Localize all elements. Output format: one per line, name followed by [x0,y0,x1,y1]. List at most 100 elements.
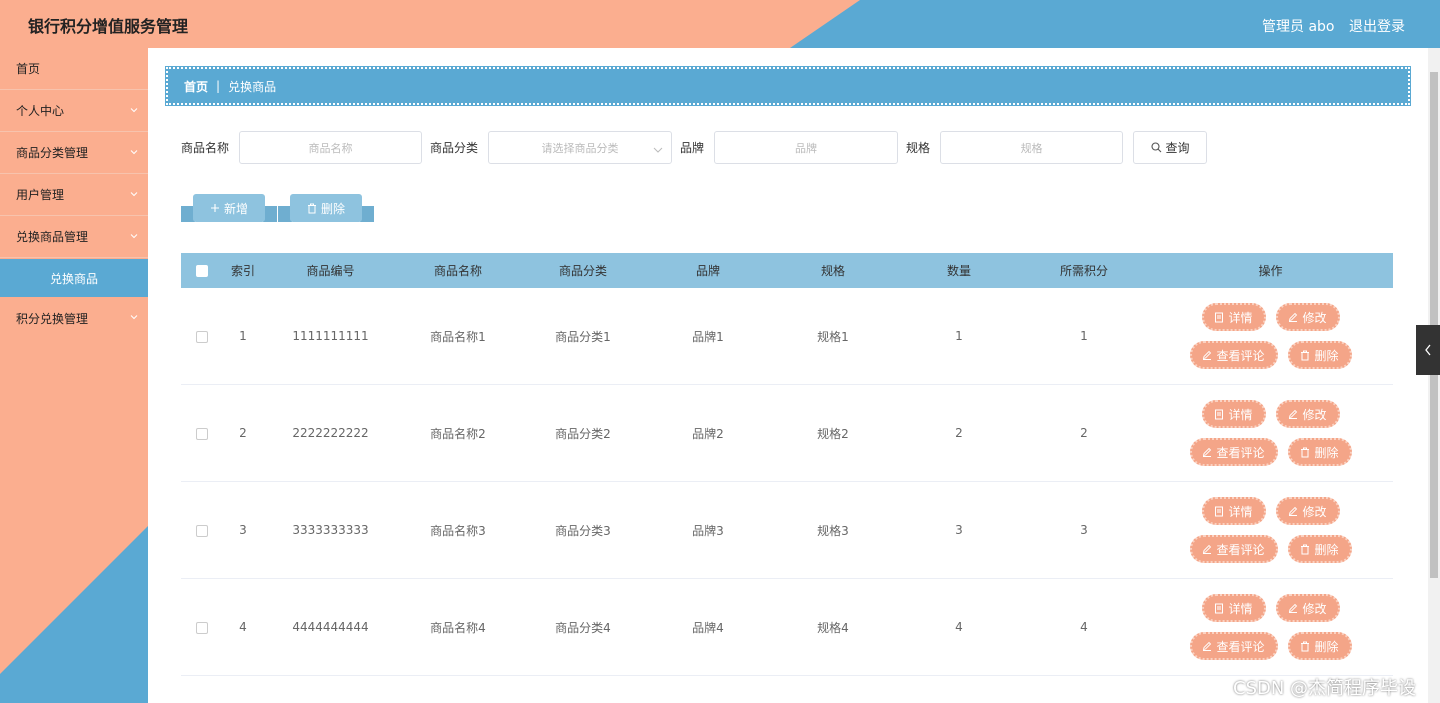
detail-button[interactable]: 详情 [1201,497,1266,525]
edit-button[interactable]: 修改 [1275,400,1340,428]
sidebar-item-label: 积分兑换管理 [16,311,89,326]
sidebar-item-personal-center[interactable]: 个人中心 [0,90,148,132]
sidebar-item-label: 个人中心 [16,104,65,118]
sidebar-item-home[interactable]: 首页 [0,48,148,90]
name-input[interactable]: 商品名称 [239,131,423,164]
logout-link[interactable]: 退出登录 [1349,16,1405,36]
trash-icon [1301,447,1310,457]
batch-delete-button[interactable]: 删除 [278,194,374,224]
sidebar-item-exchange-goods-management[interactable]: 兑换商品管理 [0,216,148,258]
header-index: 索引 [230,264,255,278]
add-button-body: 新增 [193,194,265,222]
row-checkbox[interactable] [196,330,208,343]
delete-row-button[interactable]: 删除 [1287,632,1352,660]
delete-row-button[interactable]: 删除 [1287,438,1352,466]
add-button[interactable]: 新增 [181,194,277,224]
cell-code: 4444444444 [292,620,369,634]
sidebar-item-exchange-goods[interactable]: 兑换商品 [0,259,148,297]
cell-spec: 规格3 [817,523,849,538]
cell-category: 商品分类1 [555,329,611,344]
chevron-down-icon [130,190,138,198]
delete-row-label: 删除 [1314,445,1339,460]
edit-label: 修改 [1302,407,1327,422]
query-button[interactable]: 查询 [1133,131,1208,164]
delete-row-button[interactable]: 删除 [1287,535,1352,563]
trash-icon [307,203,316,213]
name-label: 商品名称 [181,141,230,155]
cell-quantity: 4 [955,620,963,634]
detail-button[interactable]: 详情 [1201,303,1266,331]
cell-name: 商品名称1 [430,329,486,344]
comments-label: 查看评论 [1216,639,1265,654]
trash-icon [1301,544,1310,554]
sidebar-item-category-management[interactable]: 商品分类管理 [0,132,148,174]
chevron-left-icon [1425,344,1431,356]
comments-label: 查看评论 [1216,542,1265,557]
row-select-cell [181,620,223,634]
add-label: 新增 [223,201,248,216]
brand-input[interactable]: 品牌 [714,131,899,164]
row-checkbox[interactable] [196,621,208,634]
top-header: 银行积分增值服务管理 管理员 abo 退出登录 [0,0,1440,48]
operation-line: 查看评论 删除 [1189,632,1352,660]
breadcrumb-current: 兑换商品 [228,79,277,94]
breadcrumb: 首页 | 兑换商品 [165,66,1411,106]
edit-icon [1203,544,1212,554]
edit-label: 修改 [1302,504,1327,519]
sidebar-item-points-exchange-management[interactable]: 积分兑换管理 [0,297,148,339]
cell-category: 商品分类2 [555,426,611,441]
edit-icon [1203,641,1212,651]
cell-category: 商品分类4 [555,620,611,635]
side-panel-toggle[interactable] [1416,325,1440,375]
delete-row-button[interactable]: 删除 [1287,341,1352,369]
header-name: 商品名称 [433,264,482,278]
delete-row-label: 删除 [1314,639,1339,654]
operation-line: 详情 修改 [1201,400,1340,428]
edit-button[interactable]: 修改 [1275,303,1340,331]
detail-label: 详情 [1228,601,1253,616]
cell-quantity: 2 [955,426,963,440]
chevron-down-icon [130,106,138,114]
cell-points: 2 [1080,426,1088,440]
comments-label: 查看评论 [1216,348,1265,363]
view-comments-button[interactable]: 查看评论 [1189,341,1278,369]
table-row: 4 4444444444 商品名称4 商品分类4 品牌4 规格4 4 4 详情 修改 查看评论 删除 [181,579,1393,676]
sidebar-item-label: 兑换商品管理 [16,230,89,244]
row-checkbox[interactable] [196,524,208,537]
delete-row-label: 删除 [1314,542,1339,557]
main-content: 首页 | 兑换商品 商品名称 商品名称 商品分类 请选择商品分类 品牌 品牌 规… [148,48,1428,703]
table-row: 3 3333333333 商品名称3 商品分类3 品牌3 规格3 3 3 详情 修改 查看评论 删除 [181,482,1393,579]
header-brand: 品牌 [695,264,720,278]
cell-name: 商品名称3 [430,523,486,538]
row-checkbox[interactable] [196,427,208,440]
edit-button[interactable]: 修改 [1275,594,1340,622]
header-spec: 规格 [820,264,845,278]
spec-input[interactable]: 规格 [940,131,1124,164]
detail-button[interactable]: 详情 [1201,594,1266,622]
cell-spec: 规格1 [817,329,849,344]
plus-icon [210,204,219,212]
chevron-down-icon [130,313,138,321]
select-all-checkbox[interactable] [196,265,208,277]
view-comments-button[interactable]: 查看评论 [1189,535,1278,563]
view-comments-button[interactable]: 查看评论 [1189,632,1278,660]
document-icon [1215,409,1224,419]
category-select[interactable]: 请选择商品分类 [488,131,673,164]
cell-brand: 品牌2 [692,426,724,441]
sidebar-item-user-management[interactable]: 用户管理 [0,174,148,216]
detail-button[interactable]: 详情 [1201,400,1266,428]
cell-code: 3333333333 [292,523,369,537]
category-placeholder: 请选择商品分类 [541,141,619,155]
edit-label: 修改 [1302,310,1327,325]
cell-index: 3 [239,523,247,537]
comments-label: 查看评论 [1216,445,1265,460]
cell-brand: 品牌4 [692,620,724,635]
breadcrumb-home[interactable]: 首页 [184,78,208,95]
goods-table: 索引 商品编号 商品名称 商品分类 品牌 规格 数量 所需积分 操作 1 1111… [181,253,1393,676]
cell-name: 商品名称2 [430,426,486,441]
edit-button[interactable]: 修改 [1275,497,1340,525]
watermark: CSDN @杰简程序毕设 [1233,678,1417,699]
view-comments-button[interactable]: 查看评论 [1189,438,1278,466]
vertical-scrollbar[interactable] [1428,48,1440,703]
sidebar-item-label: 用户管理 [16,188,65,202]
